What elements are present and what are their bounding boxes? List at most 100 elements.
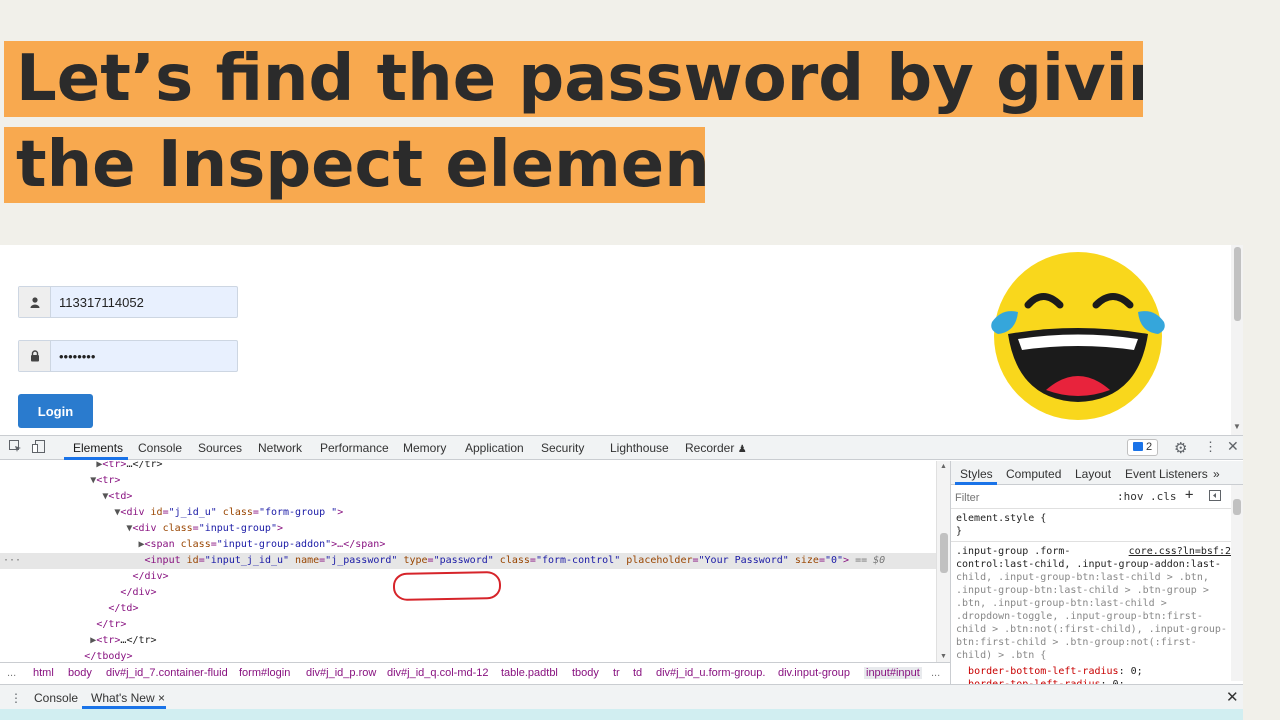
type-password-highlight: [392, 571, 502, 601]
settings-gear-icon[interactable]: ⚙: [1174, 439, 1187, 457]
styles-scrollbar[interactable]: [1231, 485, 1243, 681]
tab-elements[interactable]: Elements: [73, 441, 123, 455]
scroll-down-arrow-icon[interactable]: ▼: [940, 653, 947, 660]
dom-node[interactable]: ▶<tr>…</tr>: [0, 633, 936, 649]
styles-filter-row: :hov .cls +: [951, 485, 1244, 509]
breadcrumb-scroll-left[interactable]: ...: [7, 667, 16, 679]
dom-node[interactable]: ▼<tr>: [0, 473, 936, 489]
username-input[interactable]: [59, 293, 229, 311]
rule-selector-line: .btn, .input-group-btn:last-child >: [956, 598, 1167, 609]
breadcrumb-item[interactable]: tr: [613, 667, 620, 679]
drawer-tab-whats-new[interactable]: What's New ×: [91, 691, 165, 705]
breadcrumb-item[interactable]: div#j_id_p.row: [306, 667, 376, 679]
login-button[interactable]: Login: [18, 394, 93, 428]
rule-selector-line: control:last-child, .input-group-addon:l…: [956, 559, 1221, 570]
dom-node[interactable]: </tr>: [0, 617, 936, 633]
dom-node[interactable]: ▼<div class="input-group">: [0, 521, 936, 537]
drawer-tab-console[interactable]: Console: [34, 691, 78, 705]
more-tabs-icon[interactable]: »: [1213, 467, 1220, 481]
breadcrumb-item[interactable]: body: [68, 667, 92, 679]
password-input[interactable]: [59, 347, 229, 365]
page-scrollbar[interactable]: ▼: [1231, 245, 1243, 435]
tab-memory[interactable]: Memory: [403, 441, 446, 455]
breadcrumb-item[interactable]: td: [633, 667, 642, 679]
breadcrumb-item[interactable]: table.padtbl: [501, 667, 558, 679]
dom-node[interactable]: ▼<div id="j_id_u" class="form-group ">: [0, 505, 936, 521]
element-style-close: }: [956, 526, 963, 537]
breadcrumb-current-item[interactable]: input#input: [864, 667, 922, 679]
title-line-1: Let’s find the password by giving: [4, 41, 1143, 117]
tab-network[interactable]: Network: [258, 441, 302, 455]
tab-layout[interactable]: Layout: [1075, 467, 1111, 481]
breadcrumb-item[interactable]: div.input-group: [778, 667, 850, 679]
dom-node[interactable]: </td>: [0, 601, 936, 617]
dom-scrollbar[interactable]: ▲ ▼: [936, 461, 950, 662]
messages-badge[interactable]: 2: [1127, 439, 1158, 456]
tab-event-listeners[interactable]: Event Listeners: [1125, 467, 1208, 481]
dom-node[interactable]: ▶<span class="input-group-addon">…</span…: [0, 537, 936, 553]
scroll-down-arrow-icon[interactable]: ▼: [1233, 422, 1241, 431]
stylesheet-source-link[interactable]: core.css?ln=bsf:2: [1129, 545, 1231, 558]
styles-filter-input[interactable]: [955, 490, 1105, 506]
dom-node[interactable]: ▼<td>: [0, 489, 936, 505]
tab-security[interactable]: Security: [541, 441, 584, 455]
message-icon: [1132, 442, 1143, 451]
dom-node[interactable]: ▶<tr>…</tr>: [0, 461, 936, 473]
close-devtools-icon[interactable]: ✕: [1227, 438, 1239, 455]
css-property-name: border-bottom-left-radius: [968, 666, 1119, 677]
breadcrumb-item[interactable]: div#j_id_u.form-group.: [656, 667, 765, 679]
flask-icon: ♟: [737, 444, 747, 455]
close-drawer-icon[interactable]: ✕: [1226, 688, 1239, 706]
drawer-menu-icon[interactable]: ⋮: [10, 691, 22, 705]
password-field: [18, 340, 238, 372]
drawer-content: [0, 709, 1243, 720]
devtools-toolbar: Elements Console Sources Network Perform…: [0, 436, 1243, 460]
tab-styles[interactable]: Styles: [960, 467, 993, 481]
breadcrumb-scroll-right[interactable]: ...: [931, 667, 940, 679]
css-declaration[interactable]: border-bottom-left-radius: 0;: [956, 665, 1143, 678]
user-icon: [19, 287, 51, 317]
title-line-2: the Inspect element: [4, 127, 705, 203]
breadcrumb-item[interactable]: html: [33, 667, 54, 679]
tab-application[interactable]: Application: [465, 441, 524, 455]
styles-scrollbar-thumb[interactable]: [1233, 499, 1241, 515]
class-toggle-button[interactable]: .cls: [1150, 490, 1177, 503]
scroll-up-arrow-icon[interactable]: ▲: [940, 463, 947, 470]
inspect-element-icon[interactable]: [9, 440, 22, 456]
dom-tree: ▶<tr>…</tr> ▼<tr> ▼<td> ▼<div id="j_id_u…: [0, 461, 936, 662]
styles-pane: Styles Computed Layout Event Listeners »…: [950, 461, 1244, 684]
breadcrumb-item[interactable]: div#j_id_7.container-fluid: [106, 667, 228, 679]
dom-node[interactable]: </tbody>: [0, 649, 936, 662]
rule-divider: [951, 541, 1233, 542]
dom-scrollbar-thumb[interactable]: [940, 533, 948, 573]
device-toggle-icon[interactable]: [32, 440, 46, 456]
element-style-rule[interactable]: element.style {: [956, 512, 1046, 525]
more-options-icon[interactable]: ⋮: [1204, 439, 1217, 455]
tab-recorder-label: Recorder: [685, 441, 735, 455]
tab-recorder[interactable]: Recorder ♟: [685, 441, 747, 455]
tab-performance[interactable]: Performance: [320, 441, 389, 455]
laughing-tears-emoji: [991, 252, 1165, 420]
breadcrumb-item[interactable]: form#login: [239, 667, 290, 679]
selected-dom-node[interactable]: ··· <input id="input_j_id_u" name="j_pas…: [0, 553, 936, 569]
page-scrollbar-thumb[interactable]: [1234, 247, 1241, 321]
devtools-panel: Elements Console Sources Network Perform…: [0, 435, 1244, 720]
tab-sources[interactable]: Sources: [198, 441, 242, 455]
add-style-rule-icon[interactable]: +: [1185, 487, 1193, 503]
styles-tabs: Styles Computed Layout Event Listeners »: [951, 461, 1244, 485]
close-tab-icon[interactable]: ×: [158, 691, 165, 705]
breadcrumb: ... html body div#j_id_7.container-fluid…: [0, 662, 950, 684]
hover-state-button[interactable]: :hov: [1117, 490, 1144, 503]
breadcrumb-item[interactable]: tbody: [572, 667, 599, 679]
devtools-drawer: ⋮ Console What's New × ✕: [0, 684, 1243, 709]
tab-lighthouse[interactable]: Lighthouse: [610, 441, 669, 455]
tab-console[interactable]: Console: [138, 441, 182, 455]
toggle-sidebar-icon[interactable]: [1209, 490, 1221, 504]
breadcrumb-item[interactable]: div#j_id_q.col-md-12: [387, 667, 489, 679]
styles-rules: element.style { } .input-group .form- co…: [951, 509, 1233, 684]
rule-selector-line: .input-group-btn:last-child > .btn-group…: [956, 585, 1209, 596]
tab-computed[interactable]: Computed: [1006, 467, 1061, 481]
rule-selector-line: child, .input-group-btn:last-child > .bt…: [956, 572, 1209, 583]
rule-selector-line: child) > .btn {: [956, 650, 1047, 661]
background-margin: [1243, 245, 1280, 720]
